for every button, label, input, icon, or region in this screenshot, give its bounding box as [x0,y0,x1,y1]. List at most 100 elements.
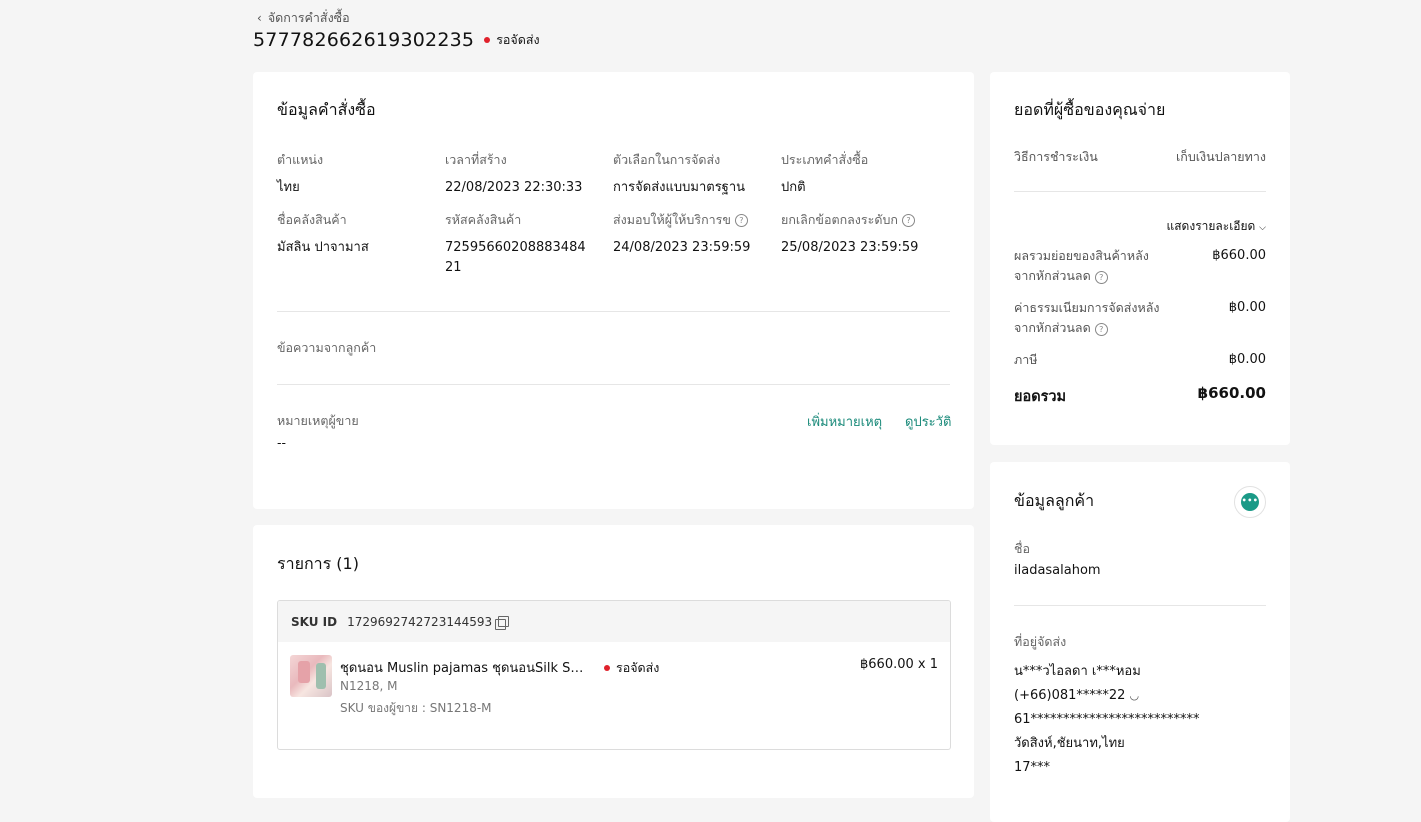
order-info-title: ข้อมูลคำสั่งซื้อ [277,100,376,119]
subtotal-value: ฿660.00 [1212,248,1266,263]
order-id: 577782662619302235 [253,29,475,51]
order-status-label: รอจัดส่ง [496,32,540,47]
view-history-link[interactable]: ดูประวัติ [905,411,951,432]
status-dot-icon [484,37,491,43]
seller-sku: SKU ของผู้ขาย : SN1218-M [340,701,492,715]
tax-value: ฿0.00 [1228,352,1266,367]
status-dot-icon [604,665,610,671]
payment-method-label: วิธีการชำระเงิน [1014,149,1098,164]
chat-button[interactable]: ••• [1234,486,1266,518]
subtotal-label-line2: จากหักส่วนลด [1014,268,1091,283]
add-note-link[interactable]: เพิ่มหมายเหตุ [807,411,882,432]
field-value: ปกติ [781,180,806,195]
total-label: ยอดรวม [1014,389,1067,405]
divider [1014,605,1266,606]
shipping-address: น***วไอลดา เ***หอม (+66)081*****22 ◡ 61**… [1014,660,1200,780]
items-card: รายการ (1) SKU ID 1729692742723144593 ชุ… [253,525,974,798]
field-value: การจัดส่งแบบมาตรฐาน [613,180,746,195]
field-order-type: ประเภทคำสั่งซื้อ ปกติ [781,150,941,198]
order-status-badge: รอจัดส่ง [484,30,540,50]
field-label: ตำแหน่ง [277,152,324,167]
shipping-fee-label: ค่าธรรมเนียมการจัดส่งหลัง จากหักส่วนลด ? [1014,298,1160,338]
field-value: ไทย [277,180,300,195]
chat-icon: ••• [1241,493,1259,511]
sku-id-label: SKU ID [291,614,338,629]
back-label: จัดการคำสั่งซื้อ [267,10,350,25]
show-details-label: แสดงรายละเอียด [1166,219,1256,233]
tax-label: ภาษี [1014,352,1038,367]
field-label-row: ยกเลิกข้อตกลงระดับก ? [781,210,941,230]
field-label-row: ส่งมอบให้ผู้ให้บริการข ? [613,210,773,230]
subtotal-label-line2-row: จากหักส่วนลด ? [1014,266,1149,286]
customer-card: ข้อมูลลูกค้า ••• ชื่อ iladasalahom ที่อย… [990,462,1290,822]
divider [1014,191,1266,192]
product-thumbnail[interactable] [290,655,332,697]
item-status-label: รอจัดส่ง [616,660,660,675]
items-title: รายการ (1) [277,554,359,573]
field-label: เวลาที่สร้าง [445,152,507,167]
customer-title: ข้อมูลลูกค้า [1014,491,1095,510]
payment-card: ยอดที่ผู้ซื้อของคุณจ่าย วิธีการชำระเงิน … [990,72,1290,445]
customer-name-label: ชื่อ [1014,541,1030,556]
seller-note-label: หมายเหตุผู้ขาย [277,413,359,428]
chevron-left-icon: ‹ [257,11,262,25]
sku-id-value: 1729692742723144593 [347,614,493,629]
payment-method-value: เก็บเงินปลายทาง [1176,149,1266,164]
order-header: 577782662619302235 รอจัดส่ง [253,29,540,51]
order-info-card: ข้อมูลคำสั่งซื้อ ตำแหน่ง ไทย เวลาที่สร้า… [253,72,974,509]
field-label: รหัสคลังสินค้า [445,212,522,227]
shipping-label-line1: ค่าธรรมเนียมการจัดส่งหลัง [1014,300,1160,315]
field-label: ส่งมอบให้ผู้ให้บริการข [613,212,731,227]
customer-message-label: ข้อความจากลูกค้า [277,340,377,355]
total-value: ฿660.00 [1197,384,1266,402]
shipping-fee-value: ฿0.00 [1228,300,1266,315]
help-icon[interactable]: ? [1094,271,1108,284]
address-line: (+66)081*****22 [1014,688,1126,703]
field-value: 7259566020888348421 [445,240,586,275]
address-line: วัดสิงห์,ชัยนาท,ไทย [1014,736,1125,751]
subtotal-label: ผลรวมย่อยของสินค้าหลัง จากหักส่วนลด ? [1014,246,1149,286]
field-created-time: เวลาที่สร้าง 22/08/2023 22:30:33 [445,150,605,198]
seller-note-value: -- [277,435,287,450]
subtotal-label-line1: ผลรวมย่อยของสินค้าหลัง [1014,248,1149,263]
eye-closed-icon[interactable]: ◡ [1129,689,1139,702]
field-label: ชื่อคลังสินค้า [277,212,347,227]
item-sku-header: SKU ID 1729692742723144593 [278,601,950,642]
field-label: ยกเลิกข้อตกลงระดับก [781,212,898,227]
address-line: น***วไอลดา เ***หอม [1014,664,1141,679]
sku-id-value-wrap: 1729692742723144593 [347,614,510,630]
customer-name-value: iladasalahom [1014,563,1101,578]
field-handover-deadline: ส่งมอบให้ผู้ให้บริการข ? 24/08/2023 23:5… [613,210,773,258]
address-line: 17*** [1014,760,1051,775]
address-phone-row: (+66)081*****22 ◡ [1014,684,1200,708]
shipping-label-line2: จากหักส่วนลด [1014,320,1091,335]
address-label: ที่อยู่จัดส่ง [1014,634,1067,649]
field-location: ตำแหน่ง ไทย [277,150,437,198]
item-status-badge: รอจัดส่ง [604,658,659,678]
product-name[interactable]: ชุดนอน Muslin pajamas ชุดนอนSilk Satin [340,657,590,678]
field-cancel-sla: ยกเลิกข้อตกลงระดับก ? 25/08/2023 23:59:5… [781,210,941,258]
divider [277,384,950,385]
field-value: 24/08/2023 23:59:59 [613,240,751,255]
product-variant: N1218, M [340,679,398,693]
show-details-toggle[interactable]: แสดงรายละเอียด ⌵ [1166,217,1266,236]
field-value: 22/08/2023 22:30:33 [445,180,583,195]
field-warehouse-name: ชื่อคลังสินค้า มัสลิน ปาจามาส [277,210,437,258]
divider [277,311,950,312]
chevron-down-icon: ⌵ [1259,223,1266,233]
field-label: ประเภทคำสั่งซื้อ [781,152,869,167]
copy-icon[interactable] [495,616,510,630]
field-warehouse-id: รหัสคลังสินค้า 7259566020888348421 [445,210,587,278]
field-shipping-option: ตัวเลือกในการจัดส่ง การจัดส่งแบบมาตรฐาน [613,150,773,198]
item-box: SKU ID 1729692742723144593 ชุดนอน Muslin… [277,600,951,750]
shipping-label-line2-row: จากหักส่วนลด ? [1014,318,1160,338]
back-link[interactable]: ‹ จัดการคำสั่งซื้อ [257,8,350,28]
address-line: 61************************** [1014,712,1200,727]
item-price-qty: ฿660.00 x 1 [860,657,938,672]
help-icon[interactable]: ? [901,213,915,227]
help-icon[interactable]: ? [734,213,748,227]
field-label: ตัวเลือกในการจัดส่ง [613,152,721,167]
help-icon[interactable]: ? [1094,323,1108,336]
field-value: 25/08/2023 23:59:59 [781,240,919,255]
field-value: มัสลิน ปาจามาส [277,240,369,255]
